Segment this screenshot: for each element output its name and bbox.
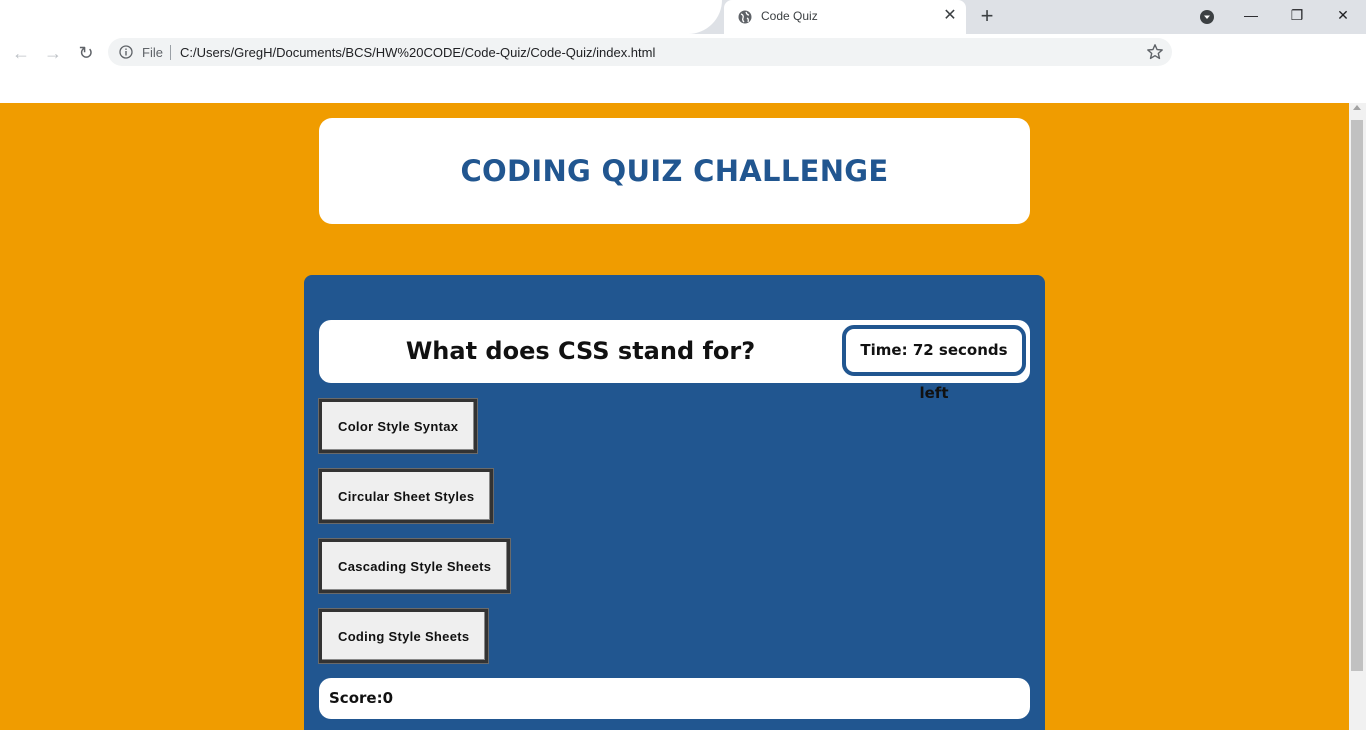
info-icon[interactable] bbox=[119, 45, 133, 59]
url-text[interactable]: C:/Users/GregH/Documents/BCS/HW%20CODE/C… bbox=[180, 45, 655, 60]
quiz-panel: What does CSS stand for? Time: 72 second… bbox=[304, 275, 1045, 730]
new-tab-button[interactable]: + bbox=[975, 5, 999, 29]
back-button[interactable]: ← bbox=[9, 41, 33, 65]
address-bar[interactable]: File C:/Users/GregH/Documents/BCS/HW%20C… bbox=[108, 38, 1172, 66]
reload-button[interactable]: ↻ bbox=[74, 41, 98, 65]
inactive-tab-area bbox=[0, 0, 722, 34]
score-text: Score:0 bbox=[329, 689, 394, 707]
score-bar: Score:0 bbox=[319, 678, 1030, 719]
restore-button[interactable]: ❐ bbox=[1274, 0, 1320, 32]
question-text: What does CSS stand for? bbox=[405, 337, 756, 365]
timer-text: Time: 72 seconds left bbox=[860, 341, 1008, 402]
tab-code-quiz[interactable]: Code Quiz ✕ bbox=[724, 0, 966, 34]
tab-close-button[interactable]: ✕ bbox=[940, 5, 960, 27]
vertical-scrollbar[interactable] bbox=[1349, 103, 1366, 730]
answer-button-4[interactable]: Coding Style Sheets bbox=[317, 608, 490, 664]
tab-strip: Code Quiz ✕ + — ❐ ✕ bbox=[0, 0, 1366, 34]
answer-button-3[interactable]: Cascading Style Sheets bbox=[317, 538, 512, 594]
question-bar: What does CSS stand for? Time: 72 second… bbox=[319, 320, 1030, 402]
browser-toolbar: ← → ↻ File C:/Users/GregH/Documents/BCS/… bbox=[0, 34, 1366, 70]
forward-button[interactable]: → bbox=[41, 41, 65, 65]
profile-icon[interactable] bbox=[1199, 9, 1215, 25]
minimize-button[interactable]: — bbox=[1228, 0, 1274, 32]
scroll-up-arrow-icon[interactable] bbox=[1353, 105, 1361, 110]
tab-title: Code Quiz bbox=[761, 9, 818, 23]
scheme-label: File bbox=[142, 45, 163, 60]
header-card: CODING QUIZ CHALLENGE bbox=[319, 118, 1030, 224]
scroll-thumb[interactable] bbox=[1351, 120, 1363, 671]
window-close-button[interactable]: ✕ bbox=[1320, 0, 1366, 32]
omnibox-divider bbox=[170, 45, 171, 60]
page-viewport: CODING QUIZ CHALLENGE What does CSS stan… bbox=[0, 103, 1349, 730]
star-icon[interactable] bbox=[1146, 43, 1164, 61]
globe-icon bbox=[738, 10, 752, 24]
page-title: CODING QUIZ CHALLENGE bbox=[460, 154, 889, 188]
timer-box: Time: 72 seconds left bbox=[842, 325, 1026, 402]
answer-button-2[interactable]: Circular Sheet Styles bbox=[317, 468, 495, 524]
answer-button-1[interactable]: Color Style Syntax bbox=[317, 398, 479, 454]
